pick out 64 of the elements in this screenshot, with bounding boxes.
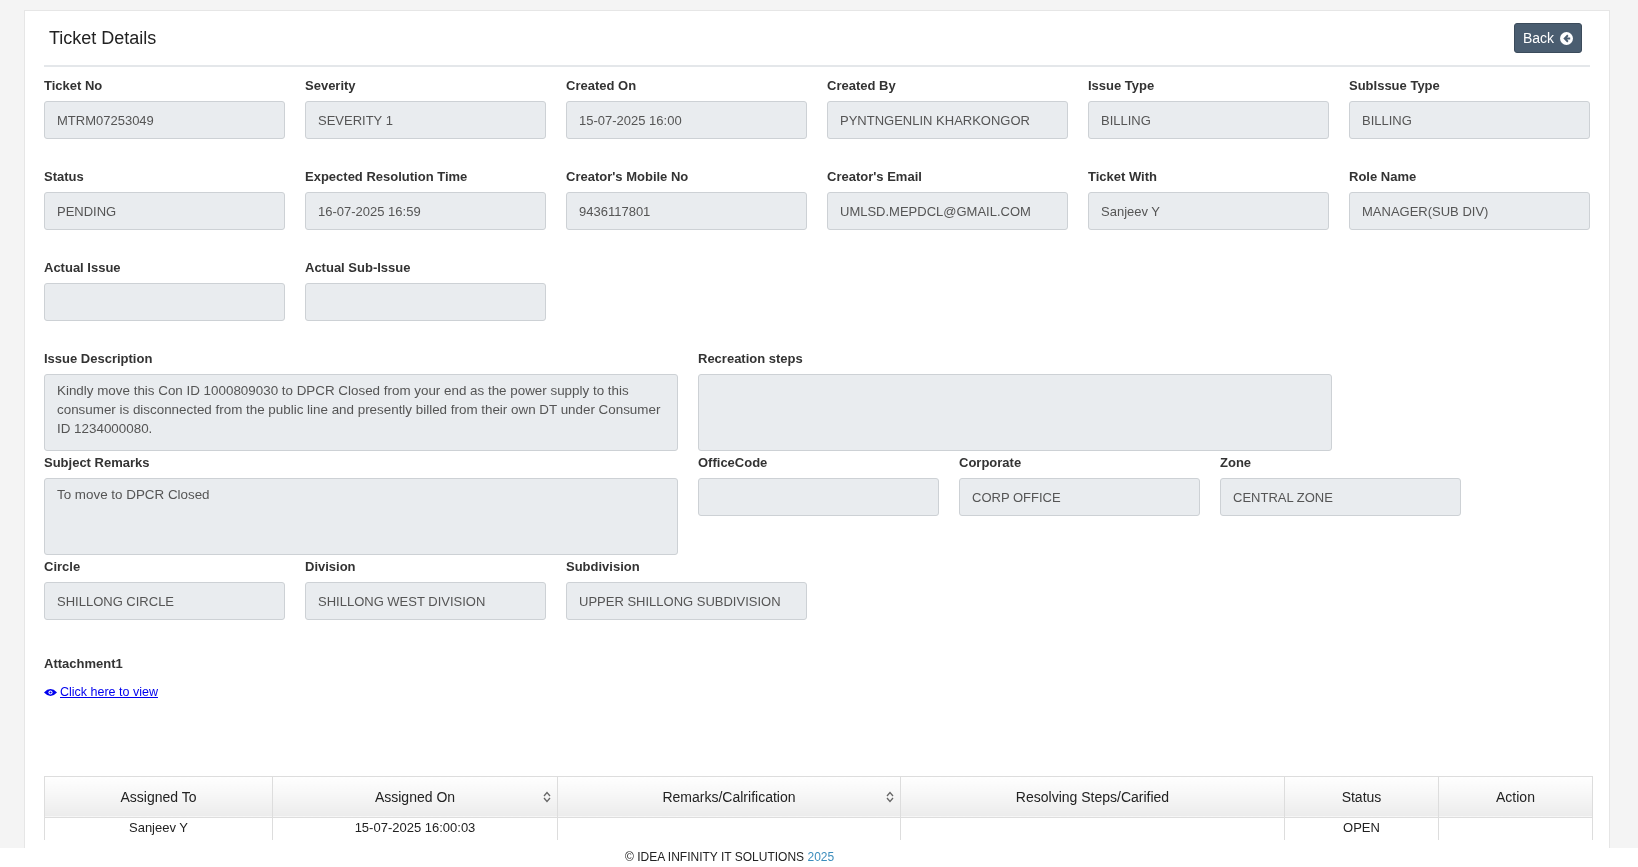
table-cell: 15-07-2025 16:00:03	[354, 819, 476, 835]
field-label: SubIssue Type	[1349, 77, 1441, 95]
input-field[interactable]: SEVERITY 1	[305, 101, 546, 139]
sort-icon	[886, 790, 894, 803]
input-field[interactable]: 9436117801	[566, 192, 807, 230]
column-header[interactable]: Assigned On	[272, 776, 558, 817]
text-area[interactable]	[698, 374, 1332, 451]
input-field[interactable]: BILLING	[1088, 101, 1329, 139]
column-header[interactable]: Remarks/Calrification	[557, 776, 901, 817]
field-label: Circle	[44, 558, 82, 576]
column-header[interactable]: Action	[1438, 776, 1593, 817]
field-label: Attachment1	[44, 655, 124, 673]
sort-icon	[543, 790, 551, 803]
field-label: Created By	[827, 77, 897, 95]
field-label: Created On	[566, 77, 638, 95]
input-field[interactable]: UMLSD.MEPDCL@GMAIL.COM	[827, 192, 1068, 230]
input-field[interactable]: SHILLONG WEST DIVISION	[305, 582, 546, 620]
input-field[interactable]: SHILLONG CIRCLE	[44, 582, 285, 620]
field-label: Zone	[1220, 454, 1253, 472]
field-label: Status	[44, 168, 85, 186]
input-field[interactable]: Sanjeev Y	[1088, 192, 1329, 230]
input-field[interactable]: 15-07-2025 16:00	[566, 101, 807, 139]
field-label: Subdivision	[566, 558, 641, 576]
field-label: Severity	[305, 77, 357, 95]
footer-text: © IDEA INFINITY IT SOLUTIONS 2025	[625, 850, 835, 864]
input-field[interactable]	[305, 283, 546, 321]
field-label: Issue Description	[44, 350, 154, 368]
view-link[interactable]: Click here to view	[44, 685, 158, 699]
text-area[interactable]: Kindly move this Con ID 1000809030 to DPCR Closed from your end as the power supply to this consumer is disconnected from the public line and presently billed from their own DT under Consumer ID 1234000080.	[44, 374, 678, 451]
field-label: Recreation steps	[698, 350, 804, 368]
field-label: Creator's Mobile No	[566, 168, 690, 186]
text-area[interactable]: To move to DPCR Closed	[44, 478, 678, 555]
field-label: Expected Resolution Time	[305, 168, 469, 186]
input-field[interactable]: MANAGER(SUB DIV)	[1349, 192, 1590, 230]
field-label: Ticket No	[44, 77, 104, 95]
input-field[interactable]	[44, 283, 285, 321]
input-field[interactable]: CENTRAL ZONE	[1220, 478, 1461, 516]
page-title: Ticket Details	[49, 27, 157, 49]
column-header[interactable]: Status	[1284, 776, 1439, 817]
field-label: Creator's Email	[827, 168, 923, 186]
input-field[interactable]: UPPER SHILLONG SUBDIVISION	[566, 582, 807, 620]
field-label: Subject Remarks	[44, 454, 151, 472]
input-field[interactable]: PYNTNGENLIN KHARKONGOR	[827, 101, 1068, 139]
input-field[interactable]	[698, 478, 939, 516]
field-label: Actual Issue	[44, 259, 122, 277]
back-arrow-icon	[1560, 31, 1573, 45]
back-button[interactable]: Back	[1513, 23, 1582, 53]
input-field[interactable]: MTRM07253049	[44, 101, 285, 139]
input-field[interactable]: CORP OFFICE	[959, 478, 1200, 516]
field-label: Ticket With	[1088, 168, 1158, 186]
column-header[interactable]: Resolving Steps/Carified	[900, 776, 1285, 817]
input-field[interactable]: PENDING	[44, 192, 285, 230]
field-label: OfficeCode	[698, 454, 769, 472]
table-cell: Sanjeev Y	[129, 819, 188, 835]
field-label: Corporate	[959, 454, 1023, 472]
input-field[interactable]: BILLING	[1349, 101, 1590, 139]
field-label: Division	[305, 558, 357, 576]
column-header[interactable]: Assigned To	[44, 776, 273, 817]
field-label: Issue Type	[1088, 77, 1156, 95]
field-label: Role Name	[1349, 168, 1418, 186]
eye-icon	[44, 687, 57, 697]
field-label: Actual Sub-Issue	[305, 259, 412, 277]
table-cell: OPEN	[1343, 819, 1380, 835]
input-field[interactable]: 16-07-2025 16:59	[305, 192, 546, 230]
